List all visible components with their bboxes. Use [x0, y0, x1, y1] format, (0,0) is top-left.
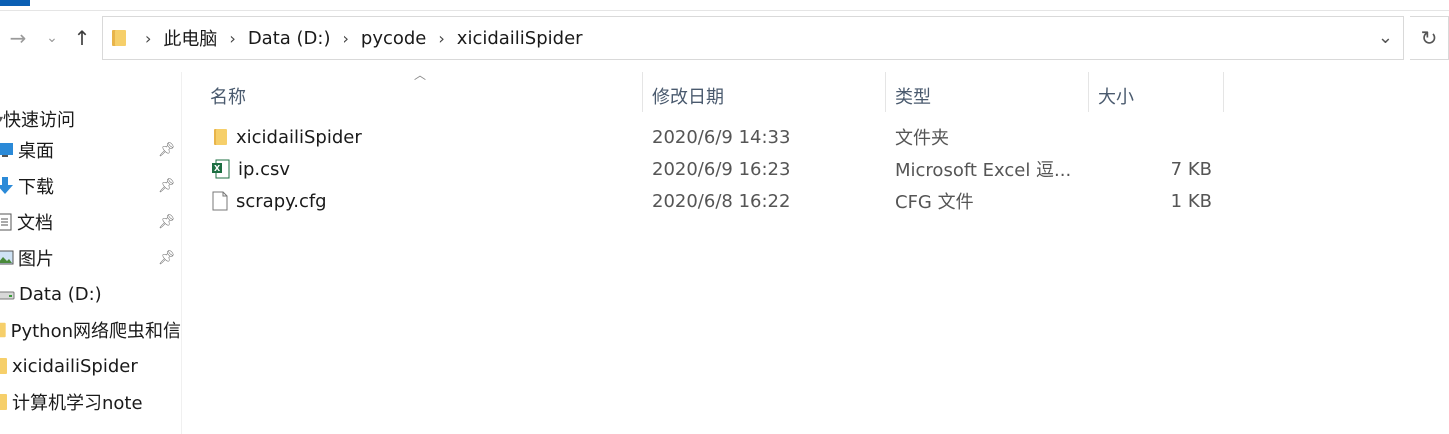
column-label: 名称	[210, 87, 246, 108]
folder-icon	[214, 129, 227, 145]
column-divider[interactable]	[885, 72, 886, 112]
column-label: 类型	[895, 87, 931, 108]
chevron-down-icon: ⌄	[46, 30, 58, 46]
file-name: scrapy.cfg	[236, 190, 327, 212]
drive-icon	[0, 291, 15, 300]
file-row[interactable]: X ip.csv 2020/6/9 16:23 Microsoft Excel …	[200, 153, 1224, 185]
excel-icon: X	[212, 159, 230, 179]
column-header-date[interactable]: 修改日期	[652, 80, 724, 112]
desktop-icon	[0, 143, 13, 157]
file-row[interactable]: scrapy.cfg 2020/6/8 16:22 CFG 文件 1 KB	[200, 185, 1224, 217]
sidebar-item-label: 文档	[17, 213, 53, 234]
sidebar-item-python-folder[interactable]: Python网络爬虫和信	[0, 315, 181, 345]
column-divider[interactable]	[1088, 72, 1089, 112]
column-divider[interactable]	[642, 72, 643, 112]
folder-icon	[0, 394, 7, 410]
file-type: CFG 文件	[895, 192, 974, 213]
file-name-cell: scrapy.cfg	[212, 185, 327, 217]
file-name-cell: X ip.csv	[212, 153, 290, 185]
sidebar-item-documents[interactable]: 文档 📌︎	[0, 207, 181, 237]
breadcrumb-separator: ›	[438, 28, 445, 48]
breadcrumb: › 此电脑 › Data (D:) › pycode › xicidailiSp…	[133, 25, 583, 51]
sidebar-item-label: 下载	[18, 177, 54, 198]
sidebar-item-data-drive[interactable]: Data (D:)	[0, 279, 181, 309]
file-date: 2020/6/9 16:23	[652, 158, 791, 180]
ribbon-accent	[0, 0, 30, 6]
forward-button[interactable]: →	[6, 26, 30, 50]
breadcrumb-data-drive[interactable]: Data (D:)	[248, 28, 331, 49]
sidebar-item-xicidailispider[interactable]: xicidailiSpider	[0, 351, 181, 381]
pin-icon[interactable]: 📌︎	[158, 250, 176, 266]
file-type: Microsoft Excel 逗...	[895, 160, 1072, 181]
ribbon-divider	[0, 10, 1449, 11]
address-history-button[interactable]: ⌄	[1378, 27, 1393, 48]
navigation-bar: → ⌄ ↑ › 此电脑 › Data (D:) › pycode › xicid…	[0, 14, 1449, 66]
column-label: 修改日期	[652, 87, 724, 108]
folder-icon	[112, 30, 126, 46]
svg-text:X: X	[214, 164, 221, 173]
navigation-pane: ▾ 快速访问 桌面 📌︎ 下载 📌︎ 文档 📌︎ 图片 📌︎ Data (D:)…	[0, 72, 182, 434]
file-size: 7 KB	[1170, 158, 1212, 180]
sidebar-item-label: 桌面	[18, 141, 54, 162]
sidebar-item-label: xicidailiSpider	[12, 355, 138, 377]
column-header-type[interactable]: 类型	[895, 80, 931, 112]
file-name: ip.csv	[238, 158, 291, 180]
column-header-size[interactable]: 大小	[1098, 80, 1134, 112]
file-date: 2020/6/9 14:33	[652, 126, 791, 148]
file-icon	[212, 191, 228, 211]
file-size: 1 KB	[1170, 190, 1212, 212]
folder-icon	[0, 322, 6, 338]
document-icon	[0, 213, 12, 231]
file-type: 文件夹	[895, 128, 949, 149]
pin-icon[interactable]: 📌︎	[158, 214, 176, 230]
column-header-name[interactable]: 名称	[210, 80, 246, 112]
breadcrumb-separator: ›	[342, 28, 349, 48]
file-row[interactable]: xicidailiSpider 2020/6/9 14:33 文件夹	[200, 121, 1224, 153]
sidebar-item-desktop[interactable]: 桌面 📌︎	[0, 135, 181, 165]
download-icon	[0, 177, 13, 194]
breadcrumb-separator: ›	[145, 28, 152, 48]
folder-icon	[0, 358, 7, 374]
sidebar-item-label: 图片	[18, 249, 54, 270]
sidebar-item-label: Python网络爬虫和信	[10, 321, 181, 342]
column-label: 大小	[1098, 87, 1134, 108]
recent-locations-button[interactable]: ⌄	[40, 26, 64, 50]
arrow-up-icon: ↑	[73, 26, 91, 50]
pictures-icon	[0, 250, 14, 265]
file-name-cell: xicidailiSpider	[212, 121, 362, 153]
sort-ascending-icon: ︿	[414, 68, 427, 82]
address-bar[interactable]: › 此电脑 › Data (D:) › pycode › xicidailiSp…	[102, 16, 1404, 60]
breadcrumb-xicidailispider[interactable]: xicidailiSpider	[457, 28, 583, 49]
file-name: xicidailiSpider	[236, 126, 362, 148]
breadcrumb-this-pc[interactable]: 此电脑	[163, 25, 217, 51]
chevron-down-icon: ⌄	[1377, 27, 1393, 48]
refresh-button[interactable]: ↻	[1410, 16, 1449, 60]
sidebar-item-label: 计算机学习note	[12, 393, 143, 414]
pin-icon[interactable]: 📌︎	[158, 178, 176, 194]
up-button[interactable]: ↑	[70, 26, 94, 50]
sidebar-item-label: Data (D:)	[19, 283, 102, 305]
pin-icon[interactable]: 📌︎	[158, 142, 176, 158]
arrow-right-icon: →	[9, 26, 27, 50]
breadcrumb-separator: ›	[229, 28, 236, 48]
quick-access-label: 快速访问	[3, 110, 76, 131]
quick-access-header[interactable]: ▾ 快速访问	[0, 106, 75, 132]
breadcrumb-pycode[interactable]: pycode	[361, 28, 427, 49]
column-divider[interactable]	[1223, 72, 1224, 112]
sidebar-item-downloads[interactable]: 下载 📌︎	[0, 171, 181, 201]
refresh-icon: ↻	[1420, 26, 1438, 50]
sidebar-item-pictures[interactable]: 图片 📌︎	[0, 243, 181, 273]
sidebar-item-cs-notes[interactable]: 计算机学习note	[0, 387, 181, 417]
file-date: 2020/6/8 16:22	[652, 190, 791, 212]
